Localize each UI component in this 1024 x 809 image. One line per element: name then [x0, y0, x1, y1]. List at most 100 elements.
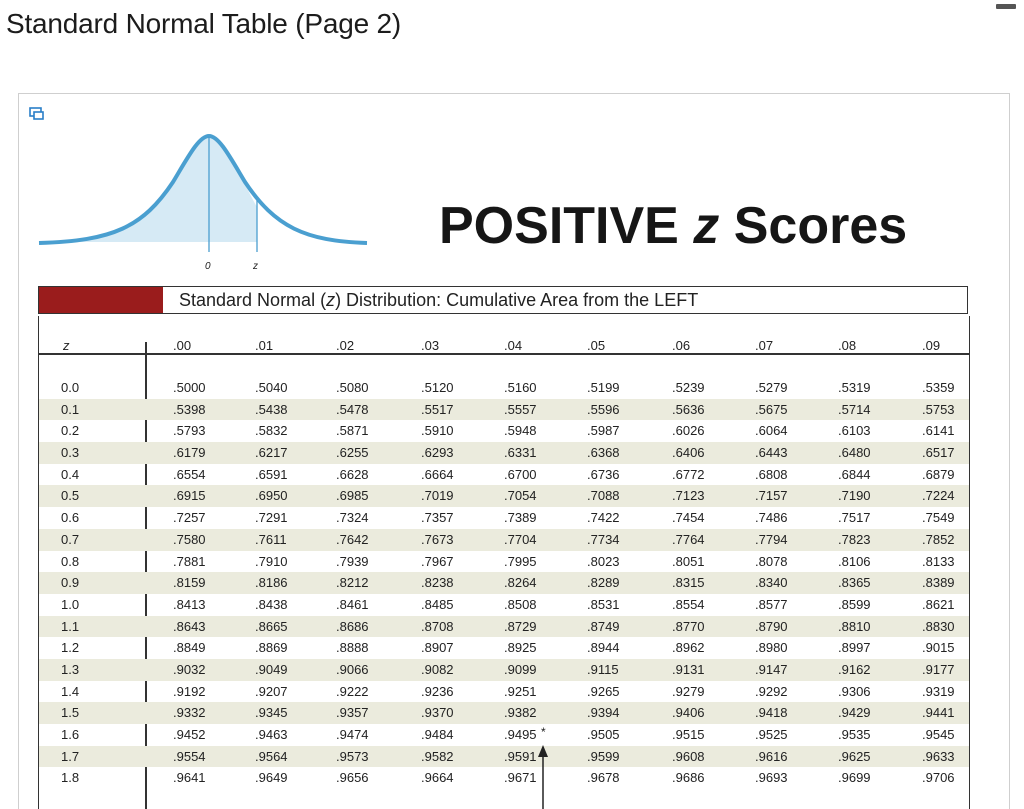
table-cell: .9292: [755, 683, 788, 699]
column-header: .02: [336, 338, 355, 353]
marker-arrow-icon: [538, 745, 548, 809]
table-cell: .6217: [255, 445, 288, 461]
table-cell: .9357: [336, 705, 369, 721]
table-cell: .5596: [587, 401, 620, 417]
table-cell: .9591: [504, 748, 537, 764]
table-cell: .6255: [336, 445, 369, 461]
table-cell: .5438: [255, 401, 288, 417]
expand-icon[interactable]: [29, 106, 45, 122]
distribution-banner: Standard Normal (z) Distribution: Cumula…: [38, 286, 968, 314]
table-row: 0.8 .7881 .7910 .7939 .7967 .7995 .8023 .8051 .8…: [39, 551, 969, 573]
table-cell: .9441: [922, 705, 955, 721]
table-cell: .9564: [255, 748, 288, 764]
table-cell: .9394: [587, 705, 620, 721]
marker-asterisk: *: [541, 725, 546, 739]
minimize-icon[interactable]: [996, 4, 1016, 9]
table-row: 0.4 .6554 .6591 .6628 .6664 .6700 .6736 .6772 .6…: [39, 464, 969, 486]
row-z-value: 1.2: [61, 640, 80, 656]
table-cell: .9706: [922, 770, 955, 786]
table-cell: .9207: [255, 683, 288, 699]
table-cell: .7580: [173, 531, 206, 547]
table-cell: .9686: [672, 770, 705, 786]
row-z-value: 1.7: [61, 748, 80, 764]
row-z-value: 1.5: [61, 705, 80, 721]
z-table: z .00 .01 .02 .03 .04 .05 .06 .07 .08 .09 0.0 .500…: [38, 316, 970, 809]
table-header-row: z .00 .01 .02 .03 .04 .05 .06 .07 .08 .09: [39, 316, 969, 355]
table-cell: .9573: [336, 748, 369, 764]
table-cell: .9515: [672, 727, 705, 742]
table-cell: .9406: [672, 705, 705, 721]
table-cell: .6517: [922, 445, 955, 461]
table-cell: .8849: [173, 640, 206, 656]
table-cell: .8023: [587, 553, 620, 569]
row-z-value: 0.9: [61, 575, 80, 591]
table-cell: .8810: [838, 618, 871, 634]
table-cell: .5987: [587, 423, 620, 439]
table-cell: .9251: [504, 683, 537, 699]
row-z-value: 1.4: [61, 683, 80, 699]
table-cell: .7054: [504, 488, 537, 504]
table-cell: .5517: [421, 401, 454, 417]
table-cell: .9306: [838, 683, 871, 699]
table-cell: .9608: [672, 748, 705, 764]
table-cell: .6406: [672, 445, 705, 461]
table-cell: .5359: [922, 380, 955, 395]
table-cell: .6915: [173, 488, 206, 504]
normal-curve-figure: 0 z: [38, 133, 368, 272]
table-row: 0.5 .6915 .6950 .6985 .7019 .7054 .7088 .7123 .7…: [39, 485, 969, 508]
table-row: 0.2 .5793 .5832 .5871 .5910 .5948 .5987 .6026 .6…: [39, 420, 969, 442]
table-cell: .7549: [922, 510, 955, 526]
column-header: .07: [755, 338, 774, 353]
table-cell: .9678: [587, 770, 620, 786]
table-cell: .5478: [336, 401, 369, 417]
table-cell: .6950: [255, 488, 288, 504]
table-cell: .7764: [672, 531, 705, 547]
table-cell: .7123: [672, 488, 705, 504]
table-cell: .7157: [755, 488, 788, 504]
table-cell: .7967: [421, 553, 454, 569]
table-cell: .9279: [672, 683, 705, 699]
table-cell: .5279: [755, 380, 788, 395]
column-header: .03: [421, 338, 440, 353]
table-row: 1.2 .8849 .8869 .8888 .8907 .8925 .8944 .8962 .8…: [39, 637, 969, 659]
table-cell: .7486: [755, 510, 788, 526]
table-cell: .8106: [838, 553, 871, 569]
row-z-value: 1.1: [61, 618, 80, 634]
table-cell: .8962: [672, 640, 705, 656]
table-cell: .9345: [255, 705, 288, 721]
table-cell: .7422: [587, 510, 620, 526]
table-cell: .8686: [336, 618, 369, 634]
table-cell: .9616: [755, 748, 788, 764]
table-cell: .9641: [173, 770, 206, 786]
table-cell: .9505: [587, 727, 620, 742]
row-z-value: 0.0: [61, 380, 80, 395]
table-cell: .8212: [336, 575, 369, 591]
table-cell: .6664: [421, 466, 454, 482]
table-cell: .9599: [587, 748, 620, 764]
row-z-value: 1.0: [61, 596, 80, 612]
table-cell: .7734: [587, 531, 620, 547]
column-header: .06: [672, 338, 691, 353]
table-cell: .5319: [838, 380, 871, 395]
table-cell: .5199: [587, 380, 620, 395]
table-cell: .6293: [421, 445, 454, 461]
table-cell: .9082: [421, 661, 454, 677]
table-cell: .5080: [336, 380, 369, 395]
table-cell: .6026: [672, 423, 705, 439]
table-cell: .8438: [255, 596, 288, 612]
table-cell: .6103: [838, 423, 871, 439]
table-cell: .7257: [173, 510, 206, 526]
table-row: 1.1 .8643 .8665 .8686 .8708 .8729 .8749 .8770 .8…: [39, 615, 969, 638]
table-cell: .8315: [672, 575, 705, 591]
table-cell: .9633: [922, 748, 955, 764]
table-cell: .9545: [922, 727, 955, 742]
table-cell: .6628: [336, 466, 369, 482]
table-cell: .6443: [755, 445, 788, 461]
table-row: 1.7 .9554 .9564 .9573 .9582 .9591 .9599 .9608 .9…: [39, 745, 969, 768]
table-cell: .9236: [421, 683, 454, 699]
table-cell: .8599: [838, 596, 871, 612]
table-row: 1.0 .8413 .8438 .8461 .8485 .8508 .8531 .8554 .8…: [39, 594, 969, 616]
table-cell: .9192: [173, 683, 206, 699]
table-cell: .9177: [922, 661, 955, 677]
table-cell: .7324: [336, 510, 369, 526]
